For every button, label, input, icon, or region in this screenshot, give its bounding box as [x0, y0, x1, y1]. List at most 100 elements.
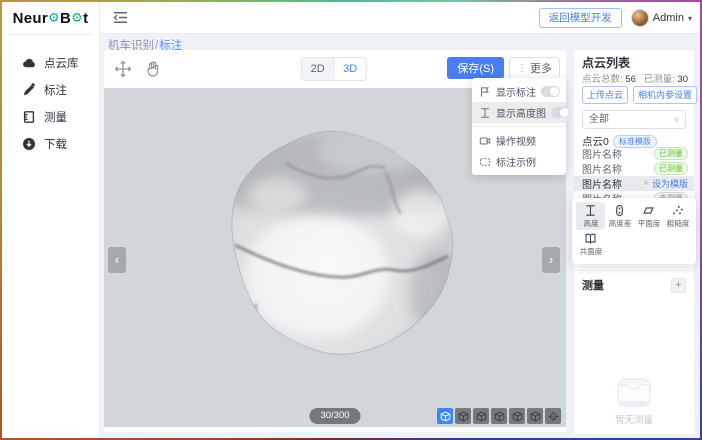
back-to-model-dev-button[interactable]: 返回模型开发 [539, 8, 622, 28]
pen-icon [22, 83, 36, 97]
menu-item-label: 标注示例 [496, 154, 559, 169]
filter-select-value: 全部 [589, 114, 609, 125]
tool-label: 高度 [583, 218, 598, 228]
top-header: 返回模型开发 Admin ▾ [100, 2, 700, 34]
image-name: 图片名称 [582, 161, 654, 176]
upload-pointcloud-button[interactable]: 上传点云 [582, 86, 628, 104]
view-left-button[interactable] [473, 408, 489, 424]
pan-move-icon[interactable] [114, 60, 132, 78]
view-front-button[interactable] [437, 408, 453, 424]
menu-item-show-annotations[interactable]: 显示标注 [472, 81, 566, 102]
cloud-icon [22, 56, 36, 70]
list-item-selected[interactable]: 图片名称 × 设为模版 [574, 176, 694, 191]
panel-stats: 点云总数: 56 已测量: 30 [582, 71, 688, 85]
username: Admin [653, 12, 684, 24]
menu-item-annotation-example[interactable]: 标注示例 [472, 151, 566, 172]
menu-item-label: 操作视频 [496, 133, 559, 148]
card-bottom-strip [104, 427, 566, 432]
view-bottom-button[interactable] [527, 408, 543, 424]
download-icon [22, 137, 36, 151]
show-heightmap-toggle[interactable] [551, 107, 570, 118]
video-icon [479, 135, 491, 147]
more-dots-icon: ⋮ [517, 63, 527, 74]
status-badge: 已测量 [654, 147, 688, 160]
sidebar-item-download[interactable]: 下载 [2, 130, 99, 157]
sidebar-item-pointcloud-lib[interactable]: 点云库 [2, 49, 99, 76]
tool-height[interactable]: 高度 [576, 202, 605, 230]
tool-grid: 高度 高度差 平面度 粗糙度 共面度 [576, 202, 692, 258]
close-icon[interactable]: × [643, 178, 649, 189]
panel-buttons: 上传点云 相机内参设置 [582, 86, 686, 104]
tool-roughness[interactable]: 粗糙度 [663, 202, 692, 230]
hand-drag-icon[interactable] [144, 60, 162, 78]
height-diff-icon [613, 204, 626, 217]
tool-coplanarity[interactable]: 共面度 [576, 230, 605, 258]
menu-item-show-heightmap[interactable]: 显示高度图 [472, 102, 566, 123]
measure-title: 测量 [582, 277, 604, 293]
tool-height-diff[interactable]: 高度差 [605, 202, 634, 230]
flatness-parallelogram-icon [642, 204, 655, 217]
height-ibeam-icon [584, 204, 597, 217]
content-area: 机车识别/标注 2D 3D 保存(S) ⋮ 更多 [100, 34, 700, 438]
filter-select[interactable]: 全部 ∨ [582, 110, 686, 129]
view-2d-button[interactable]: 2D [302, 58, 334, 80]
collapse-menu-icon [113, 11, 128, 24]
header-right-group: 返回模型开发 Admin ▾ [539, 2, 692, 34]
gear-icon: ⚙ [71, 10, 83, 26]
logo-text: Neur [13, 10, 48, 27]
panel-title: 点云列表 [582, 54, 630, 71]
sidebar-item-label: 点云库 [44, 55, 79, 71]
logo-text: B [60, 10, 71, 27]
toolbar-right-group: 保存(S) ⋮ 更多 [447, 57, 560, 79]
status-badge: 已测量 [654, 162, 688, 175]
empty-state-text: 暂无测量 [615, 412, 653, 426]
more-dropdown-menu: 显示标注 显示高度图 操作视频 标注示例 [472, 78, 566, 175]
more-button-label: 更多 [530, 60, 552, 76]
view-3d-button[interactable]: 3D [334, 58, 366, 80]
sidebar-item-measure[interactable]: 测量 [2, 103, 99, 130]
empty-box-icon [610, 372, 658, 408]
view-orientation-buttons [437, 408, 561, 424]
gear-icon: ⚙ [48, 10, 60, 26]
menu-item-tutorial-video[interactable]: 操作视频 [472, 130, 566, 151]
set-as-template-link[interactable]: 设为模版 [652, 177, 688, 190]
prev-image-arrow[interactable]: ‹ [108, 247, 126, 273]
flag-icon [479, 86, 491, 98]
neurobot-app: Neur⚙B⚙t 点云库 标注 测量 下载 返 [2, 2, 700, 438]
image-name: 图片名称 [582, 146, 654, 161]
app-logo: Neur⚙B⚙t [8, 2, 93, 35]
stat-total: 点云总数: 56 [582, 71, 636, 85]
user-menu[interactable]: Admin ▾ [631, 9, 692, 27]
save-button[interactable]: 保存(S) [447, 57, 504, 79]
stat-measured: 已测量: 30 [644, 71, 688, 85]
pagination-counter: 30/300 [309, 408, 360, 424]
image-name: 图片名称 [582, 176, 643, 191]
tool-label: 粗糙度 [666, 218, 689, 228]
tool-flatness[interactable]: 平面度 [634, 202, 663, 230]
logo-text: t [83, 10, 88, 27]
chevron-down-icon: ▾ [688, 14, 692, 23]
more-button[interactable]: ⋮ 更多 [509, 57, 560, 79]
tool-label: 平面度 [637, 218, 660, 228]
screenshot-gradient-frame: Neur⚙B⚙t 点云库 标注 测量 下载 返 [0, 0, 702, 440]
view-right-button[interactable] [491, 408, 507, 424]
ruler-icon [22, 110, 36, 124]
show-annotations-toggle[interactable] [541, 86, 560, 97]
menu-item-label: 显示高度图 [496, 105, 546, 120]
reset-view-button[interactable] [545, 408, 561, 424]
sidebar-item-label: 下载 [44, 136, 67, 152]
coplanarity-book-icon [584, 232, 597, 245]
list-item[interactable]: 图片名称 已测量 [574, 146, 694, 161]
sidebar-item-label: 标注 [44, 82, 67, 98]
camera-params-button[interactable]: 相机内参设置 [633, 86, 697, 104]
view-mode-switch: 2D 3D [301, 57, 367, 81]
tooth-3d-model [222, 126, 474, 374]
sidebar-item-annotate[interactable]: 标注 [2, 76, 99, 103]
sidebar-collapse-button[interactable] [113, 11, 128, 29]
view-back-button[interactable] [455, 408, 471, 424]
view-top-button[interactable] [509, 408, 525, 424]
list-item[interactable]: 图片名称 已测量 [574, 161, 694, 176]
roughness-dots-icon [671, 204, 684, 217]
add-measure-button[interactable]: + [671, 278, 686, 293]
next-image-arrow[interactable]: › [542, 247, 560, 273]
